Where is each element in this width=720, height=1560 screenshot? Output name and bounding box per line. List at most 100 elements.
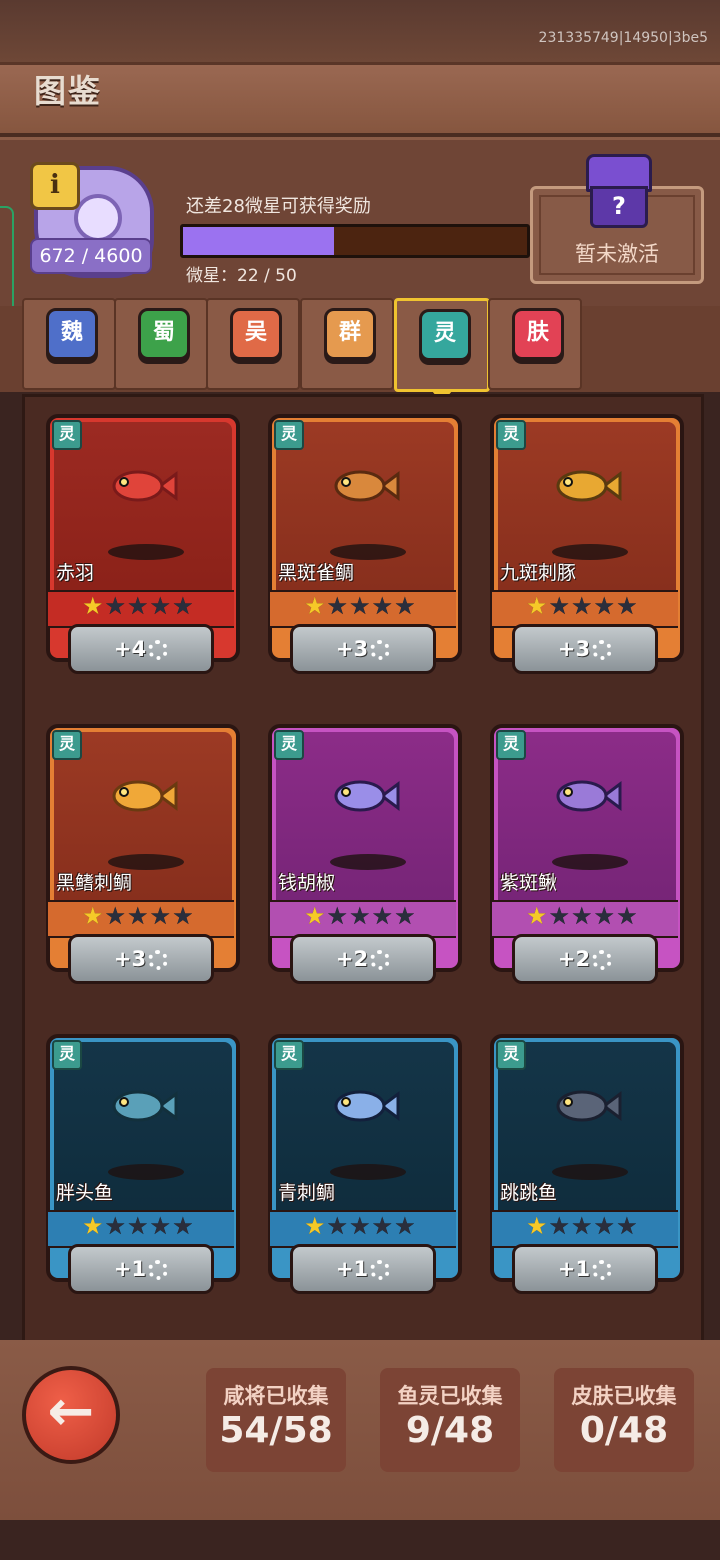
star-filled-icon: ★ <box>526 1212 549 1240</box>
tab-4[interactable]: 灵 <box>394 298 490 403</box>
star-empty-icon: ★ <box>593 902 617 930</box>
star-empty-icon: ★ <box>349 592 372 620</box>
upgrade-button[interactable]: +4 <box>68 624 214 674</box>
fish-shadow <box>552 1164 628 1180</box>
star-rating: ★★★★★ <box>304 902 417 930</box>
star-filled-icon: ★ <box>304 592 327 620</box>
star-filled-icon: ★ <box>82 902 105 930</box>
debug-id: 231335749|14950|3be5 <box>538 30 708 46</box>
star-empty-icon: ★ <box>349 902 372 930</box>
fish-shadow <box>330 854 406 870</box>
upgrade-amount: +2 <box>335 947 369 971</box>
tab-5[interactable]: 肤 <box>488 298 582 390</box>
chest-status-label: 暂未激活 <box>575 242 659 266</box>
stat-panel: 鱼灵已收集 9/48 <box>380 1368 520 1472</box>
gear-icon <box>592 640 613 660</box>
star-filled-icon: ★ <box>82 592 105 620</box>
star-rating: ★★★★★ <box>526 902 639 930</box>
upgrade-amount: +1 <box>113 1257 147 1281</box>
stat-value: 54/58 <box>219 1410 333 1451</box>
star-empty-icon: ★ <box>149 1212 173 1240</box>
star-empty-icon: ★ <box>172 1212 195 1240</box>
star-empty-icon: ★ <box>349 1212 372 1240</box>
star-empty-icon: ★ <box>571 592 594 620</box>
star-empty-icon: ★ <box>326 902 350 930</box>
card-tag: 灵 <box>52 730 82 760</box>
upgrade-amount: +4 <box>113 637 147 661</box>
tab-2[interactable]: 吴 <box>206 298 300 390</box>
upgrade-amount: +3 <box>113 947 147 971</box>
fish-name: 九斑刺豚 <box>500 562 577 584</box>
info-icon[interactable]: i <box>30 162 80 210</box>
gear-icon <box>370 950 391 970</box>
fish-card[interactable]: 灵黑斑雀鲷 ★★★★★ +3 <box>268 414 462 674</box>
catfish-icon <box>552 768 622 824</box>
upgrade-button[interactable]: +2 <box>512 934 658 984</box>
upgrade-button[interactable]: +1 <box>290 1244 436 1294</box>
upgrade-amount: +1 <box>335 1257 369 1281</box>
tab-0[interactable]: 魏 <box>22 298 116 390</box>
star-empty-icon: ★ <box>593 592 617 620</box>
fish-card[interactable]: 灵青刺鲷 ★★★★★ +1 <box>268 1034 462 1294</box>
pufferfish-icon <box>552 458 622 514</box>
fish-card[interactable]: 灵紫斑鳅 ★★★★★ +2 <box>490 724 684 984</box>
tab-label: 吴 <box>230 308 282 360</box>
star-empty-icon: ★ <box>616 592 639 620</box>
card-tag: 灵 <box>274 420 304 450</box>
star-rating: ★★★★★ <box>304 1212 417 1240</box>
upgrade-button[interactable]: +2 <box>290 934 436 984</box>
gear-icon <box>370 1260 391 1280</box>
gear-icon <box>148 640 169 660</box>
upgrade-amount: +3 <box>335 637 369 661</box>
star-rating: ★★★★★ <box>526 1212 639 1240</box>
chest-icon[interactable]: ? <box>586 154 652 228</box>
upgrade-button[interactable]: +1 <box>68 1244 214 1294</box>
upgrade-button[interactable]: +3 <box>512 624 658 674</box>
fish-card[interactable]: 灵胖头鱼 ★★★★★ +1 <box>46 1034 240 1294</box>
star-filled-icon: ★ <box>82 1212 105 1240</box>
stat-panel: 皮肤已收集 0/48 <box>554 1368 694 1472</box>
fish-shadow <box>108 1164 184 1180</box>
fish-card[interactable]: 灵黑鳍刺鲷 ★★★★★ +3 <box>46 724 240 984</box>
star-empty-icon: ★ <box>149 592 173 620</box>
red-fish-icon <box>108 458 178 514</box>
star-empty-icon: ★ <box>371 902 395 930</box>
round-fish-icon <box>108 1078 178 1134</box>
star-empty-icon: ★ <box>616 902 639 930</box>
tab-label: 灵 <box>419 309 471 361</box>
badge-count: 672 / 4600 <box>30 238 152 274</box>
blue-spiny-fish-icon <box>330 1078 400 1134</box>
upgrade-button[interactable]: +3 <box>68 934 214 984</box>
star-empty-icon: ★ <box>326 592 350 620</box>
upgrade-amount: +1 <box>557 1257 591 1281</box>
star-empty-icon: ★ <box>371 592 395 620</box>
fish-name: 紫斑鳅 <box>500 872 558 894</box>
fish-name: 青刺鲷 <box>278 1182 336 1204</box>
back-button[interactable]: ← <box>22 1366 120 1464</box>
fish-name: 黑鳍刺鲷 <box>56 872 133 894</box>
tab-label: 肤 <box>512 308 564 360</box>
star-empty-icon: ★ <box>127 592 150 620</box>
upgrade-button[interactable]: +1 <box>512 1244 658 1294</box>
fish-card[interactable]: 灵钱胡椒 ★★★★★ +2 <box>268 724 462 984</box>
star-empty-icon: ★ <box>616 1212 639 1240</box>
fish-card[interactable]: 灵跳跳鱼 ★★★★★ +1 <box>490 1034 684 1294</box>
card-tag: 灵 <box>496 420 526 450</box>
card-tag: 灵 <box>496 730 526 760</box>
tab-1[interactable]: 蜀 <box>114 298 208 390</box>
star-empty-icon: ★ <box>571 1212 594 1240</box>
fish-card[interactable]: 灵赤羽 ★★★★★ +4 <box>46 414 240 674</box>
star-empty-icon: ★ <box>548 902 572 930</box>
spiny-fish-icon <box>108 768 178 824</box>
badge-flower-icon <box>74 194 122 242</box>
card-tag: 灵 <box>274 730 304 760</box>
star-empty-icon: ★ <box>593 1212 617 1240</box>
gear-icon <box>370 640 391 660</box>
star-count: 微星：22 / 50 <box>186 266 297 286</box>
tab-3[interactable]: 群 <box>300 298 394 390</box>
tab-label: 蜀 <box>138 308 190 360</box>
chest-question-mark: ? <box>590 186 648 228</box>
fish-card[interactable]: 灵九斑刺豚 ★★★★★ +3 <box>490 414 684 674</box>
stat-label: 咸将已收集 <box>223 1384 329 1408</box>
upgrade-button[interactable]: +3 <box>290 624 436 674</box>
